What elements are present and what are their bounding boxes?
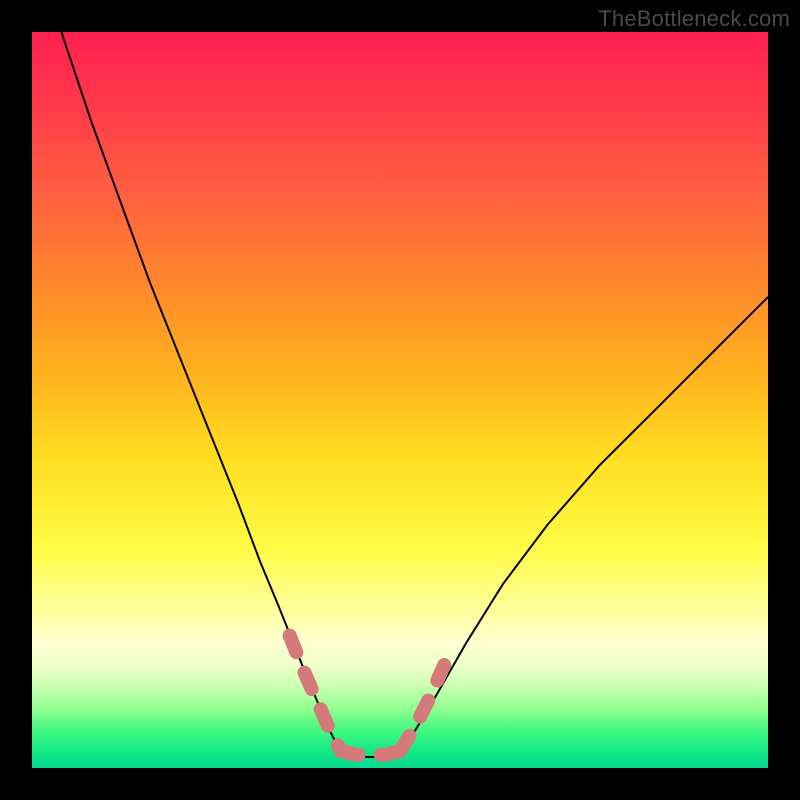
dashed-overlay-right	[400, 665, 444, 751]
curve-right-arm	[400, 297, 768, 753]
plot-area	[32, 32, 768, 768]
watermark-text: TheBottleneck.com	[598, 6, 790, 32]
chart-frame: TheBottleneck.com	[0, 0, 800, 800]
curves-layer	[32, 32, 768, 768]
dashed-overlay-floor	[341, 751, 400, 755]
dashed-overlay-left	[290, 636, 342, 752]
